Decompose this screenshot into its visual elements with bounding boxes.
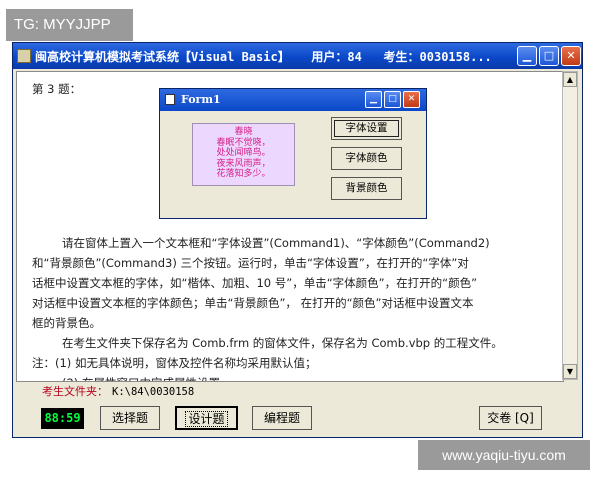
submit-exam-button[interactable]: 交卷 [Q]: [479, 406, 542, 430]
question-label: 第 3 题：: [32, 82, 82, 96]
poem-line: 春晓: [234, 127, 253, 137]
poem-textbox: 春晓 春眠不觉晓， 处处闻啼鸟。 夜来风雨声， 花落知多少。: [192, 123, 295, 186]
folder-path: K:\84\0030158: [112, 386, 195, 398]
note-line: (2) 在属性窗口中完成属性设置。: [62, 373, 563, 381]
poem-line: 夜来风雨声，: [216, 158, 271, 169]
form1-title-bar: Form1 ▁ □ ✕: [160, 89, 426, 111]
close-icon: ✕: [566, 49, 576, 62]
note-line: 注：(1) 如无具体说明，窗体及控件名称均采用默认值；: [32, 356, 317, 370]
examinee-folder-line: 考生文件夹： K:\84\0030158: [16, 383, 581, 401]
minimize-button[interactable]: ▁: [517, 46, 537, 66]
programming-question-button[interactable]: 编程题: [252, 406, 312, 430]
question-paragraph: 和“背景颜色”(Command3) 三个按钮。运行时，单击“字体设置”，在打开的…: [32, 256, 469, 270]
form-icon: [165, 94, 175, 105]
title-bar[interactable]: 闽高校计算机模拟考试系统【Visual Basic】 用户：84 考生：0030…: [13, 43, 582, 69]
form1-title: Form1: [181, 93, 221, 106]
poem-line: 处处闻啼鸟。: [216, 148, 271, 158]
window-title: 闽高校计算机模拟考试系统【Visual Basic】: [35, 50, 290, 64]
poem-line: 春眠不觉晓，: [216, 137, 271, 148]
programming-question-label: 编程题: [263, 411, 300, 425]
background-color-button: 背景颜色: [331, 177, 402, 200]
poem-line: 花落知多少。: [216, 169, 271, 179]
question-paragraph: 在考生文件夹下保存名为 Comb.frm 的窗体文件，保存名为 Comb.vbp…: [62, 336, 503, 350]
question-paragraph: 对话框中设置文本框的字体颜色；单击“背景颜色”， 在打开的“颜色”对话框中设置文…: [32, 296, 474, 310]
submit-exam-label: 交卷 [Q]: [487, 411, 534, 425]
examinee-label: 考生：0030158...: [383, 50, 492, 64]
scroll-up-arrow-icon[interactable]: ▲: [563, 72, 577, 87]
design-question-label: 设计题: [185, 411, 228, 427]
form1-maximize-icon: □: [384, 91, 401, 108]
choice-question-label: 选择题: [111, 411, 148, 425]
watermark-bottom: www.yaqiu-tiyu.com: [418, 440, 590, 470]
font-settings-button: 字体设置: [331, 117, 402, 140]
design-question-button[interactable]: 设计题: [175, 406, 238, 430]
folder-label: 考生文件夹：: [42, 385, 108, 398]
question-paragraph: 框的背景色。: [32, 316, 101, 330]
form1-minimize-icon: ▁: [365, 91, 382, 108]
scroll-down-arrow-icon[interactable]: ▼: [563, 364, 577, 379]
minimize-icon: ▁: [522, 49, 532, 62]
form1-preview: Form1 ▁ □ ✕ 春晓 春眠不觉晓， 处处闻啼鸟。 夜来风雨声， 花落知多…: [159, 88, 427, 219]
watermark-top: TG: MYYJJPP: [6, 9, 133, 41]
question-paragraph: 请在窗体上置入一个文本框和“字体设置”(Command1)、“字体颜色”(Com…: [62, 236, 490, 250]
maximize-button[interactable]: □: [539, 46, 559, 66]
close-button[interactable]: ✕: [561, 46, 581, 66]
window-title-text: 闽高校计算机模拟考试系统【Visual Basic】 用户：84 考生：0030…: [35, 48, 492, 65]
form1-close-icon: ✕: [403, 91, 420, 108]
question-paragraph: 话框中设置文本框的字体，如“楷体、加粗、10 号”，单击“字体颜色”，在打开的“…: [32, 276, 478, 290]
exam-window: 闽高校计算机模拟考试系统【Visual Basic】 用户：84 考生：0030…: [12, 42, 583, 438]
app-icon: [17, 49, 31, 63]
choice-question-button[interactable]: 选择题: [100, 406, 160, 430]
question-panel[interactable]: 第 3 题： Form1 ▁ □ ✕ 春晓 春眠不觉晓， 处处闻啼鸟。 夜来风雨…: [16, 71, 564, 382]
user-label: 用户：84: [311, 50, 362, 64]
countdown-timer: 88:59: [41, 408, 84, 429]
maximize-icon: □: [543, 49, 555, 62]
font-color-button: 字体颜色: [331, 147, 402, 170]
vertical-scrollbar[interactable]: ▲ ▼: [562, 71, 578, 380]
